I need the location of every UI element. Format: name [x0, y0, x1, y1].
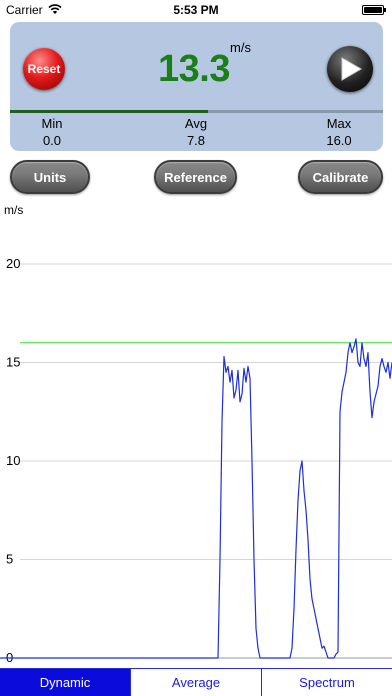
stat-max-value: 16.0 — [326, 133, 352, 148]
calibrate-button[interactable]: Calibrate — [298, 160, 383, 194]
stat-min-value: 0.0 — [42, 133, 62, 148]
tab-dynamic[interactable]: Dynamic — [0, 669, 130, 696]
y-tick-label: 20 — [6, 256, 20, 271]
play-icon — [341, 57, 362, 81]
reference-button[interactable]: Reference — [154, 160, 237, 194]
current-value: 13.3 — [158, 48, 230, 90]
status-time: 5:53 PM — [173, 3, 219, 17]
y-tick-label: 5 — [6, 552, 13, 567]
tab-bar: Dynamic Average Spectrum — [0, 668, 392, 696]
level-bar-fill — [10, 110, 208, 113]
tab-spectrum[interactable]: Spectrum — [261, 669, 392, 696]
stat-max: Max 16.0 — [294, 116, 383, 148]
status-bar: Carrier 5:53 PM — [0, 0, 392, 20]
reset-button[interactable]: Reset — [23, 48, 65, 90]
level-bar — [10, 110, 383, 113]
chart-y-axis-label: m/s — [4, 203, 23, 217]
meter-panel: Reset m/s 13.3 Min 0.0 Avg 7.8 Max 16.0 — [10, 22, 383, 151]
play-button[interactable] — [327, 46, 373, 92]
y-tick-label: 10 — [6, 453, 20, 468]
battery-icon — [362, 5, 386, 15]
stat-min-label: Min — [41, 116, 63, 131]
stat-avg-value: 7.8 — [186, 133, 206, 148]
current-unit: m/s — [230, 40, 251, 55]
stat-max-label: Max — [326, 116, 352, 131]
units-button[interactable]: Units — [10, 160, 90, 194]
speed-chart: m/s 05101520 — [0, 203, 392, 665]
stat-avg-label: Avg — [184, 116, 208, 131]
speed-series-line — [0, 338, 392, 659]
stat-avg: Avg 7.8 — [151, 116, 241, 148]
tab-average[interactable]: Average — [130, 669, 261, 696]
y-tick-label: 15 — [6, 355, 20, 370]
stat-min: Min 0.0 — [10, 116, 97, 148]
